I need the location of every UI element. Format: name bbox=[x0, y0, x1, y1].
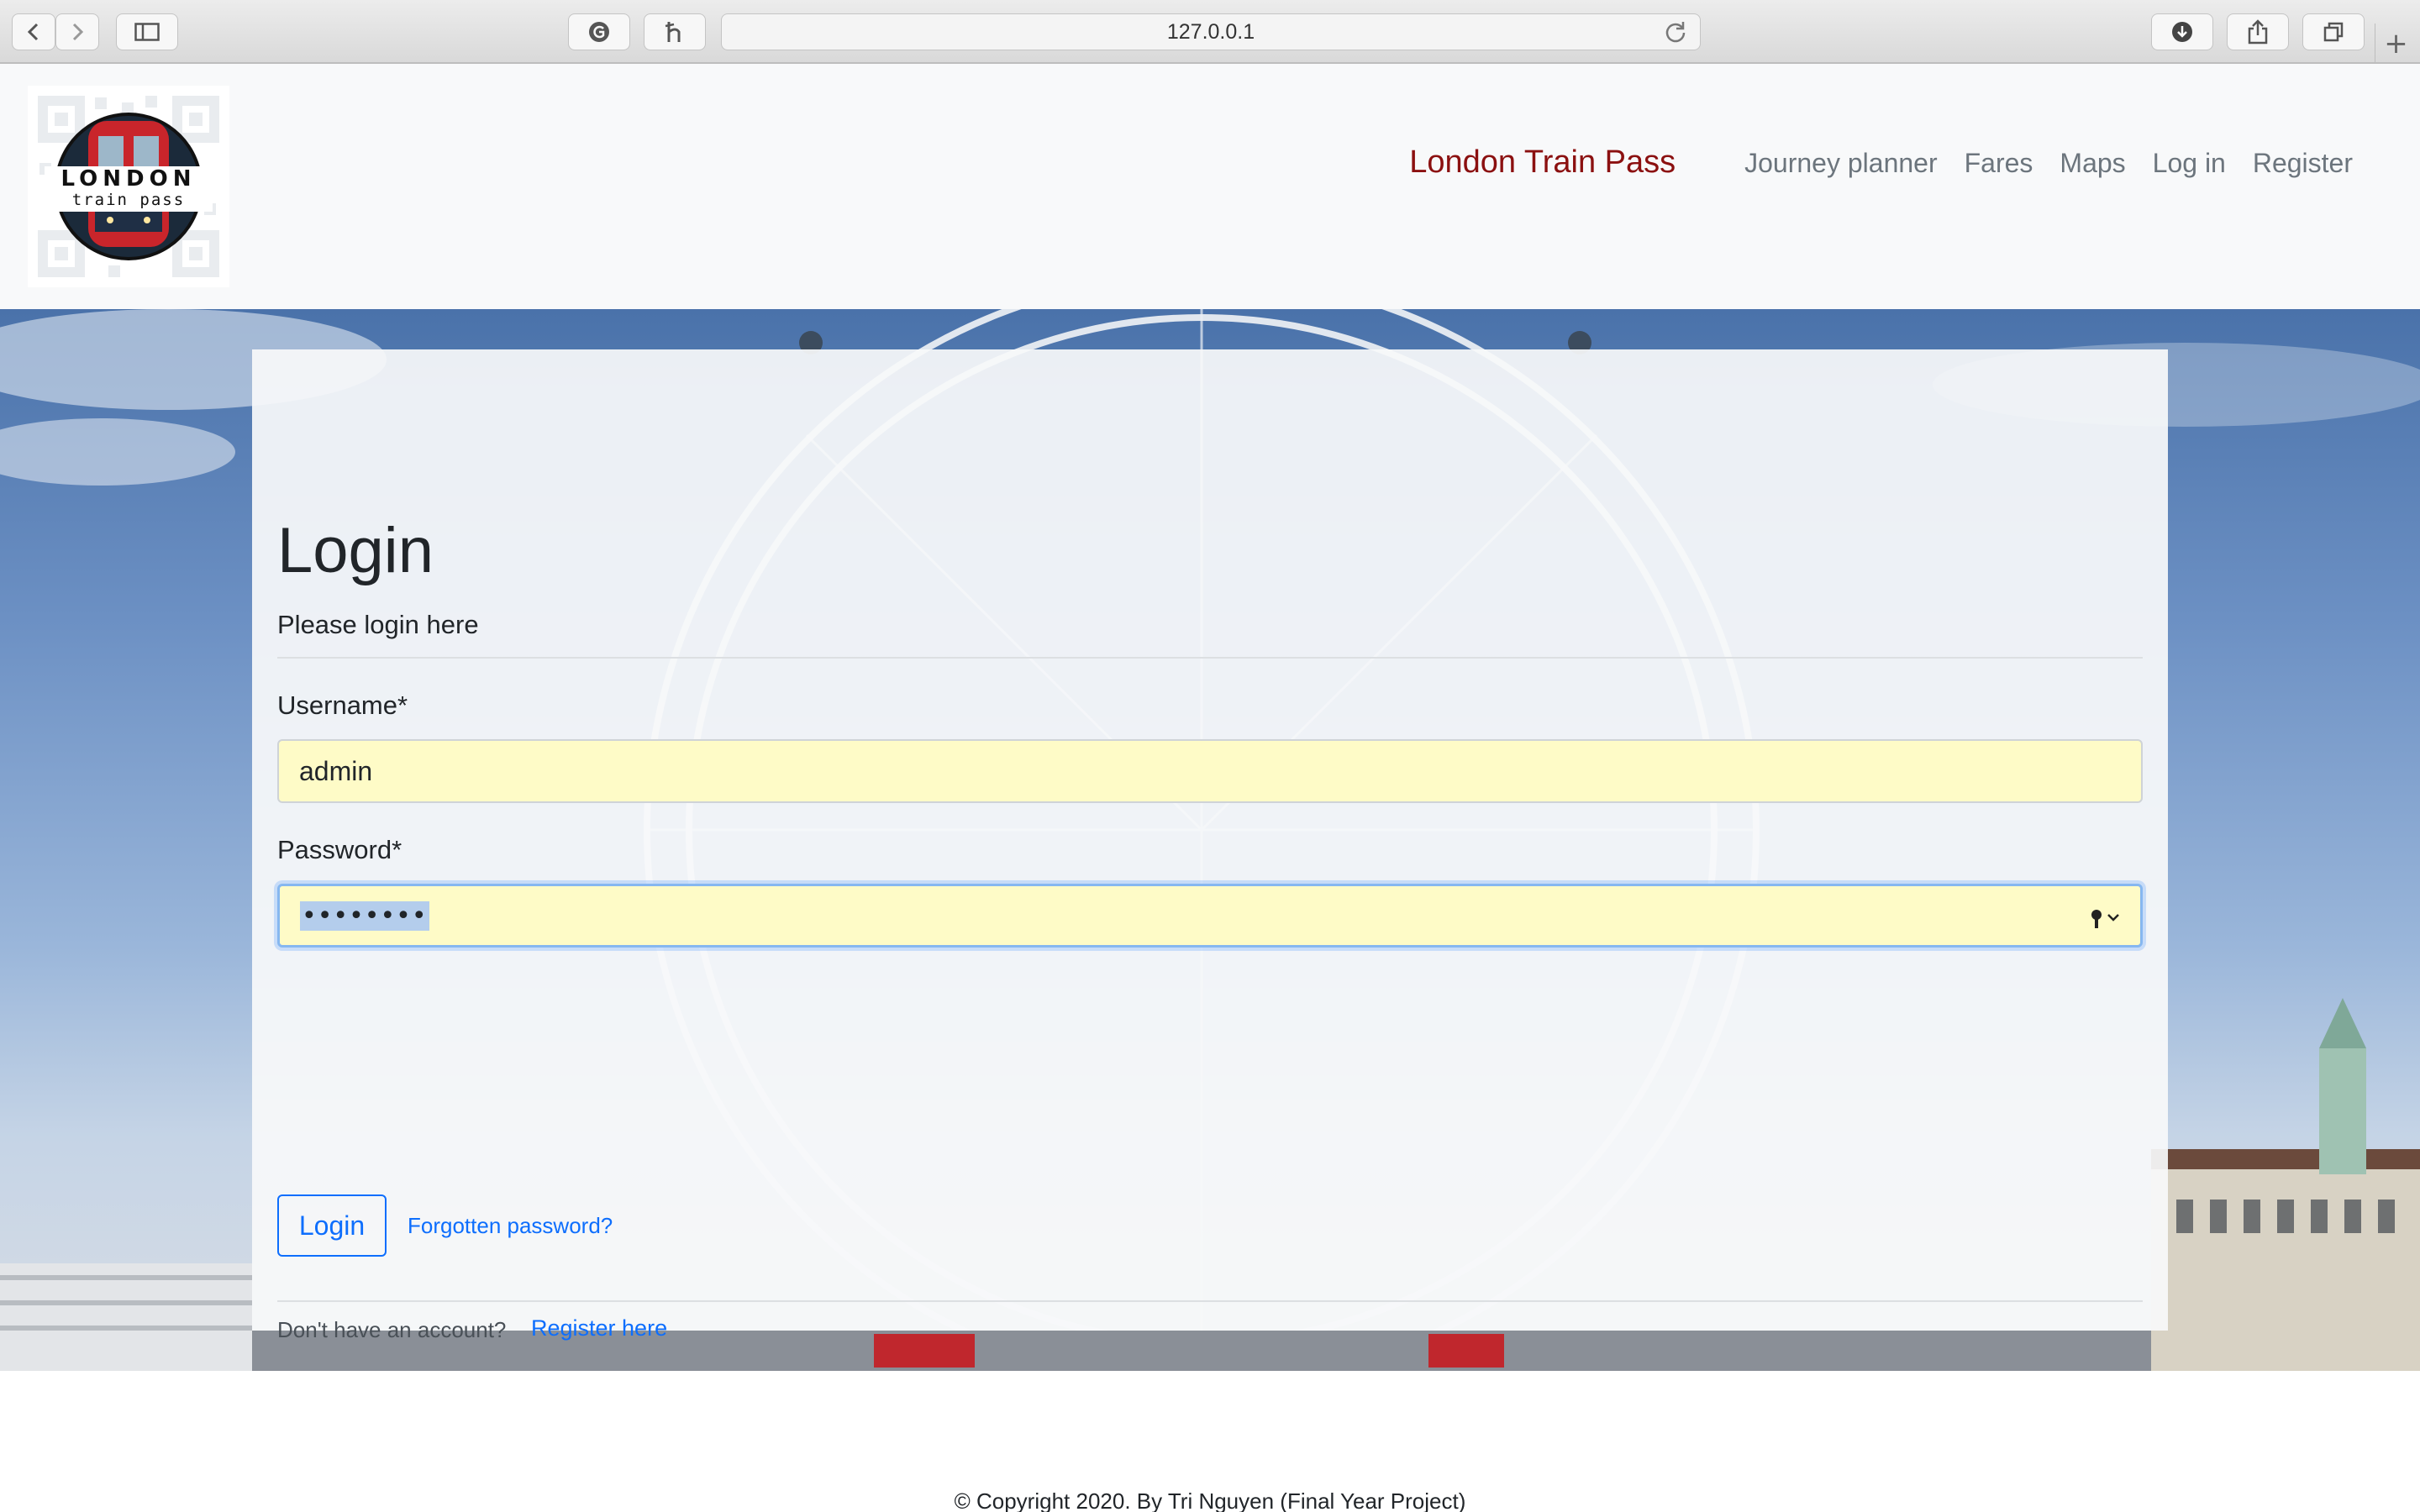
sidebar-icon bbox=[134, 23, 160, 41]
url-text: 127.0.0.1 bbox=[1166, 19, 1255, 44]
brand-link[interactable]: London Train Pass bbox=[1409, 144, 1676, 181]
back-icon bbox=[27, 23, 39, 41]
divider bbox=[277, 657, 2143, 659]
password-field[interactable]: •••••••• bbox=[277, 884, 2143, 948]
copyright-text: © Copyright 2020. By Tri Nguyen (Final Y… bbox=[954, 1488, 1466, 1512]
browser-toolbar: 127.0.0.1 + bbox=[0, 0, 2420, 64]
nav-maps[interactable]: Maps bbox=[2060, 148, 2125, 179]
honey-extension[interactable] bbox=[644, 13, 706, 50]
back-button[interactable] bbox=[12, 13, 55, 50]
tabs-overview-button[interactable] bbox=[2302, 13, 2365, 50]
new-tab-button[interactable]: + bbox=[2375, 24, 2417, 64]
grammarly-icon bbox=[589, 22, 609, 42]
sidebar-button[interactable] bbox=[116, 13, 178, 50]
divider bbox=[277, 1300, 2143, 1302]
site-footer: © Copyright 2020. By Tri Nguyen (Final Y… bbox=[0, 1371, 2420, 1512]
username-label: Username* bbox=[277, 690, 408, 720]
password-label: Password* bbox=[277, 835, 402, 864]
nav-register[interactable]: Register bbox=[2253, 148, 2353, 179]
main-nav: London Train Pass Journey planner Fares … bbox=[1409, 144, 2353, 181]
forgot-password-link[interactable]: Forgotten password? bbox=[408, 1213, 613, 1239]
login-button[interactable]: Login bbox=[277, 1194, 387, 1257]
username-field[interactable]: admin bbox=[277, 739, 2143, 803]
new-tab-icon: + bbox=[2384, 27, 2408, 60]
tabs-icon bbox=[2323, 22, 2344, 42]
no-account-text: Don't have an account? bbox=[277, 1317, 507, 1342]
forward-button[interactable] bbox=[55, 13, 99, 50]
hero-background: Login Please login here Username* admin … bbox=[0, 309, 2420, 1371]
page-subtitle: Please login here bbox=[277, 610, 479, 639]
grammarly-extension[interactable] bbox=[568, 13, 630, 50]
downloads-button[interactable] bbox=[2151, 13, 2213, 50]
site-header: LONDON train pass London Train Pass Jour… bbox=[0, 64, 2420, 309]
nav-journey-planner[interactable]: Journey planner bbox=[1744, 148, 1937, 179]
forward-icon bbox=[72, 23, 84, 41]
register-here-link[interactable]: Register here bbox=[531, 1315, 667, 1341]
reload-icon[interactable] bbox=[1663, 19, 1688, 45]
site-logo[interactable]: LONDON train pass bbox=[28, 86, 229, 287]
login-card: Login Please login here Username* admin … bbox=[252, 349, 2168, 1342]
nav-fares[interactable]: Fares bbox=[1965, 148, 2033, 179]
address-bar[interactable]: 127.0.0.1 bbox=[721, 13, 1701, 50]
share-icon bbox=[2248, 19, 2268, 45]
honey-icon bbox=[665, 22, 681, 42]
password-key-icon[interactable] bbox=[2088, 908, 2122, 928]
username-value: admin bbox=[299, 755, 373, 786]
page-title: Login bbox=[277, 515, 434, 586]
share-button[interactable] bbox=[2227, 13, 2289, 50]
logo-image: LONDON train pass bbox=[38, 96, 219, 277]
logo-text-bottom: train pass bbox=[72, 191, 185, 209]
password-value: •••••••• bbox=[300, 900, 429, 931]
logo-text-top: LONDON bbox=[61, 166, 197, 192]
download-icon bbox=[2172, 22, 2192, 42]
nav-log-in[interactable]: Log in bbox=[2153, 148, 2226, 179]
